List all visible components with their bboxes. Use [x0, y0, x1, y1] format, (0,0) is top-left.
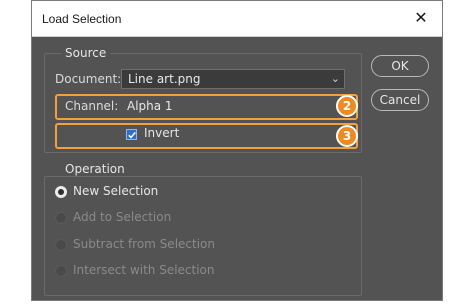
source-legend: Source [61, 46, 111, 60]
cancel-button[interactable]: Cancel [371, 89, 429, 111]
title-bar: Load Selection ✕ [32, 1, 442, 37]
add-to-selection-label: Add to Selection [73, 210, 172, 224]
add-to-selection-radio[interactable] [55, 212, 67, 224]
document-label: Document: [55, 72, 122, 86]
dialog-title: Load Selection [42, 12, 122, 26]
channel-value: Alpha 1 [127, 99, 173, 113]
checkmark-icon [128, 131, 136, 139]
subtract-from-selection-radio[interactable] [55, 239, 67, 251]
chevron-down-icon: ⌄ [330, 72, 340, 85]
intersect-with-selection-radio[interactable] [55, 265, 67, 277]
ok-button[interactable]: OK [371, 55, 429, 77]
operation-legend: Operation [61, 162, 129, 176]
channel-select[interactable]: Alpha 1 [121, 97, 331, 117]
new-selection-radio[interactable] [55, 186, 67, 198]
close-icon[interactable]: ✕ [410, 7, 432, 29]
intersect-with-selection-label: Intersect with Selection [73, 263, 215, 277]
invert-callout-highlight [55, 123, 358, 149]
load-selection-dialog: Load Selection ✕ Source Document: Line a… [31, 0, 443, 301]
document-value: Line art.png [128, 72, 201, 86]
channel-label: Channel: [65, 99, 119, 113]
callout-badge-3: 3 [336, 125, 358, 147]
new-selection-label[interactable]: New Selection [73, 184, 158, 198]
callout-badge-2: 2 [336, 95, 358, 117]
invert-checkbox[interactable] [126, 129, 137, 140]
invert-label[interactable]: Invert [144, 126, 179, 140]
document-select[interactable]: Line art.png ⌄ [121, 69, 345, 89]
subtract-from-selection-label: Subtract from Selection [73, 237, 215, 251]
